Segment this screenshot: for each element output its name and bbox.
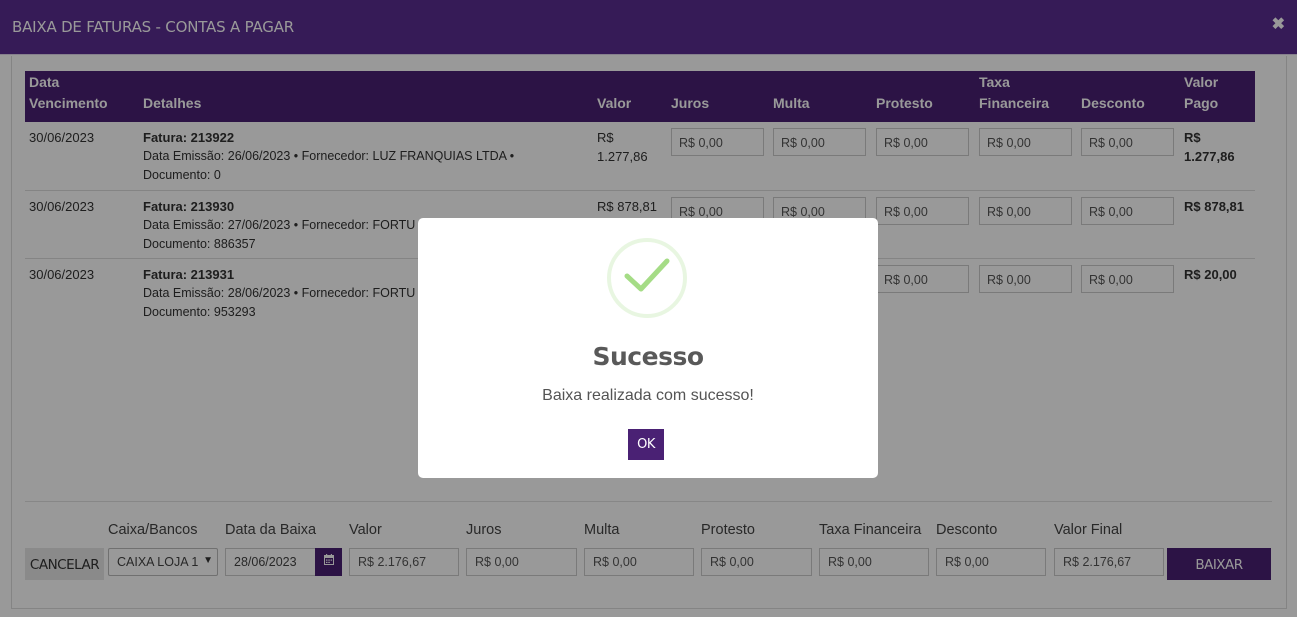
success-dialog: Sucesso Baixa realizada com sucesso! OK — [418, 218, 878, 478]
ok-button[interactable]: OK — [628, 429, 664, 460]
dialog-message: Baixa realizada com sucesso! — [542, 387, 754, 404]
dialog-title: Sucesso — [592, 342, 704, 371]
success-check-icon — [607, 238, 687, 318]
